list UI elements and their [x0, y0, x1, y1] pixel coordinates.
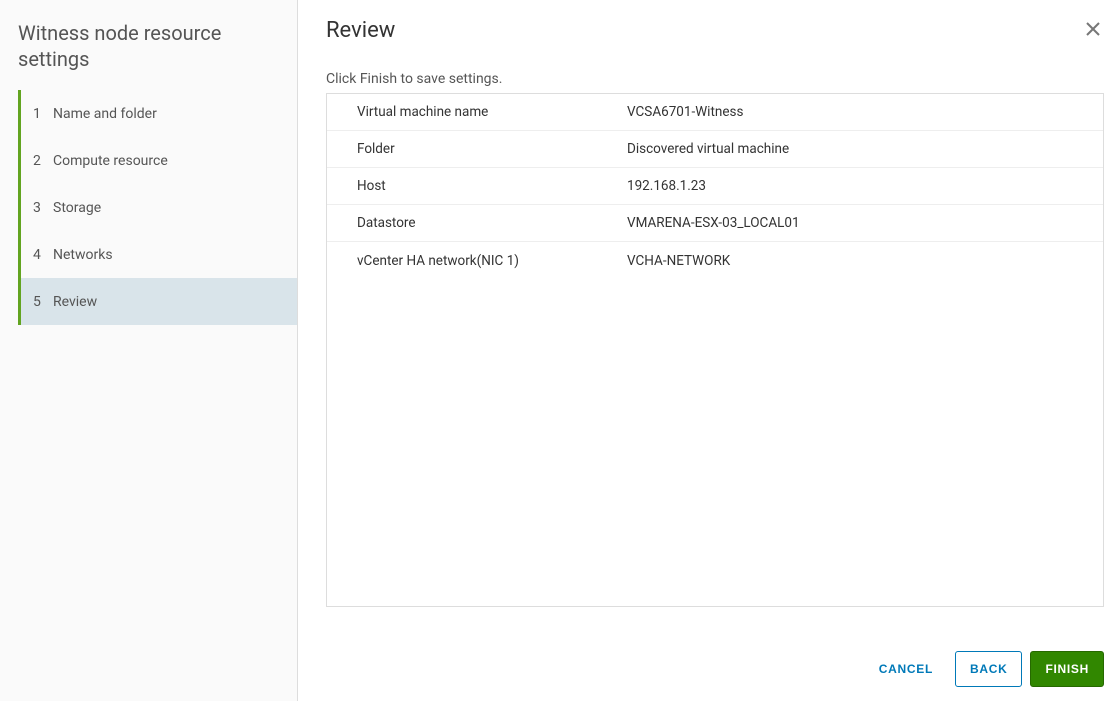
review-label: Virtual machine name — [327, 95, 617, 129]
review-row-folder: Folder Discovered virtual machine — [327, 131, 1103, 168]
step-review[interactable]: 5 Review — [18, 278, 297, 325]
review-value: 192.168.1.23 — [617, 169, 1103, 203]
main-panel: Review Click Finish to save settings. Vi… — [298, 0, 1118, 701]
step-label: Review — [53, 294, 97, 310]
step-name-and-folder[interactable]: 1 Name and folder — [18, 90, 297, 137]
page-title: Review — [326, 18, 395, 43]
step-label: Networks — [53, 247, 113, 263]
review-row-vm-name: Virtual machine name VCSA6701-Witness — [327, 94, 1103, 131]
review-label: Folder — [327, 132, 617, 166]
review-row-datastore: Datastore VMARENA-ESX-03_LOCAL01 — [327, 205, 1103, 242]
instruction-text: Click Finish to save settings. — [326, 71, 1104, 87]
step-number: 2 — [33, 153, 53, 169]
review-row-ha-network: vCenter HA network(NIC 1) VCHA-NETWORK — [327, 242, 1103, 279]
wizard-footer: CANCEL BACK FINISH — [326, 647, 1104, 687]
review-table: Virtual machine name VCSA6701-Witness Fo… — [326, 93, 1104, 607]
step-number: 3 — [33, 200, 53, 216]
step-label: Name and folder — [53, 106, 157, 122]
step-storage[interactable]: 3 Storage — [18, 184, 297, 231]
review-value: VMARENA-ESX-03_LOCAL01 — [617, 206, 1103, 240]
step-number: 1 — [33, 106, 53, 122]
cancel-button[interactable]: CANCEL — [865, 651, 947, 687]
step-networks[interactable]: 4 Networks — [18, 231, 297, 278]
wizard-title: Witness node resource settings — [0, 14, 297, 90]
review-row-host: Host 192.168.1.23 — [327, 168, 1103, 205]
step-compute-resource[interactable]: 2 Compute resource — [18, 137, 297, 184]
review-value: Discovered virtual machine — [617, 132, 1103, 166]
main-header: Review — [326, 18, 1104, 71]
step-number: 4 — [33, 247, 53, 263]
wizard-sidebar: Witness node resource settings 1 Name an… — [0, 0, 298, 701]
review-value: VCSA6701-Witness — [617, 95, 1103, 129]
review-label: Datastore — [327, 206, 617, 240]
finish-button[interactable]: FINISH — [1030, 651, 1104, 687]
step-label: Compute resource — [53, 153, 168, 169]
review-label: Host — [327, 169, 617, 203]
review-value: VCHA-NETWORK — [617, 244, 1103, 278]
back-button[interactable]: BACK — [955, 651, 1022, 687]
step-label: Storage — [53, 200, 101, 216]
close-icon[interactable] — [1082, 18, 1104, 43]
review-label: vCenter HA network(NIC 1) — [327, 244, 617, 278]
wizard-steps: 1 Name and folder 2 Compute resource 3 S… — [18, 90, 297, 325]
step-number: 5 — [33, 294, 53, 310]
